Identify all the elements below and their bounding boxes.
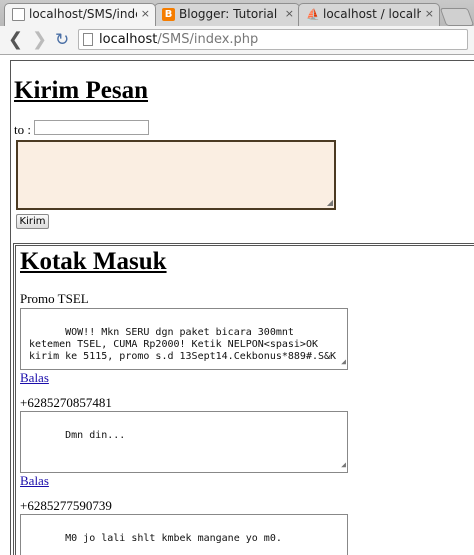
tab-title: Blogger: Tutorial Mem bbox=[179, 7, 281, 21]
message-sender: +6285277590739 bbox=[20, 498, 112, 513]
back-arrow-icon[interactable]: ❮ bbox=[8, 30, 23, 50]
close-icon[interactable]: × bbox=[141, 7, 150, 20]
page-viewport: Kirim Pesan to : ◢ Kirim Kotak Masuk Pro… bbox=[0, 55, 474, 555]
address-path: /SMS/index.php bbox=[157, 32, 259, 47]
message-body[interactable]: WOW!! Mkn SERU dgn paket bicara 300mnt k… bbox=[20, 308, 348, 370]
to-input[interactable] bbox=[34, 120, 149, 135]
inbox-panel: Kotak Masuk Promo TSEL WOW!! Mkn SERU dg… bbox=[13, 243, 474, 555]
phpmyadmin-icon: ⛵ bbox=[306, 8, 320, 21]
compose-heading: Kirim Pesan bbox=[14, 77, 149, 104]
resize-grip-icon[interactable]: ◢ bbox=[341, 459, 346, 471]
address-host: localhost bbox=[99, 32, 158, 47]
tab-blogger[interactable]: B Blogger: Tutorial Mem × bbox=[154, 3, 300, 26]
address-url: localhost/SMS/index.php bbox=[99, 30, 258, 49]
blogger-icon: B bbox=[162, 8, 175, 21]
inbox-heading: Kotak Masuk bbox=[20, 248, 167, 275]
message-text: WOW!! Mkn SERU dgn paket bicara 300mnt k… bbox=[29, 327, 337, 362]
address-bar[interactable]: localhost/SMS/index.php bbox=[78, 29, 468, 50]
close-icon[interactable]: × bbox=[285, 7, 294, 20]
message-body[interactable]: Dmn din... ◢ bbox=[20, 411, 348, 473]
forward-arrow-icon[interactable]: ❯ bbox=[32, 30, 47, 50]
send-button[interactable]: Kirim bbox=[16, 214, 49, 229]
reload-icon[interactable]: ↻ bbox=[55, 30, 69, 50]
message-sender: Promo TSEL bbox=[20, 291, 89, 306]
resize-grip-icon[interactable]: ◢ bbox=[341, 356, 346, 368]
page-icon bbox=[12, 8, 25, 21]
reply-link[interactable]: Balas bbox=[20, 473, 49, 489]
tab-title: localhost/SMS/index.p bbox=[29, 7, 137, 21]
to-label: to : bbox=[14, 122, 31, 137]
tab-phpmyadmin[interactable]: ⛵ localhost / localhost / × bbox=[298, 3, 440, 26]
tab-localhost-sms[interactable]: localhost/SMS/index.p × bbox=[4, 3, 156, 26]
page-icon bbox=[83, 33, 93, 46]
reply-link[interactable]: Balas bbox=[20, 370, 49, 386]
to-row: to : bbox=[14, 120, 149, 138]
tab-strip: localhost/SMS/index.p × B Blogger: Tutor… bbox=[0, 0, 474, 26]
message-sender: +6285270857481 bbox=[20, 395, 112, 410]
new-tab-button[interactable] bbox=[439, 8, 474, 26]
resize-grip-icon[interactable]: ◢ bbox=[327, 198, 333, 207]
close-icon[interactable]: × bbox=[425, 7, 434, 20]
message-body[interactable]: M0 jo lali shlt kmbek mangane yo m0. ◢ bbox=[20, 514, 348, 555]
message-text: Dmn din... bbox=[65, 430, 126, 441]
browser-toolbar: ❮ ❯ ↻ localhost/SMS/index.php bbox=[0, 26, 474, 55]
message-textarea[interactable]: ◢ bbox=[16, 140, 336, 210]
message-text: M0 jo lali shlt kmbek mangane yo m0. bbox=[65, 533, 282, 544]
tab-title: localhost / localhost / bbox=[323, 7, 421, 21]
